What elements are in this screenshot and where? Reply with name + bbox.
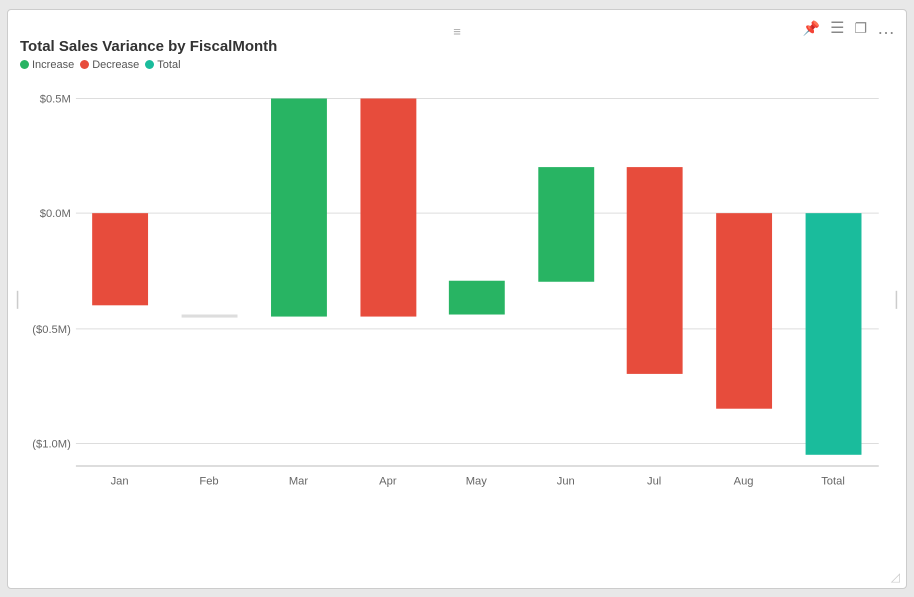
xlabel-mar: Mar: [289, 475, 309, 487]
filter-icon[interactable]: ☰: [830, 18, 844, 38]
xlabel-feb: Feb: [199, 475, 218, 487]
bar-may: [449, 280, 505, 314]
ylabel-n05M: ($0.5M): [32, 323, 71, 335]
ylabel-0M: $0.0M: [40, 208, 71, 220]
bar-aug: [716, 213, 772, 409]
bar-total: [806, 213, 862, 455]
waterfall-chart: $0.5M $0.0M ($0.5M) ($1.0M): [20, 77, 894, 507]
chart-title: Total Sales Variance by FiscalMonth: [20, 38, 894, 55]
more-icon[interactable]: …: [877, 18, 896, 39]
legend-label-total: Total: [157, 59, 180, 71]
bar-jul: [627, 167, 683, 374]
xlabel-may: May: [466, 475, 488, 487]
xlabel-jan: Jan: [111, 475, 129, 487]
ylabel-n1M: ($1.0M): [32, 438, 71, 450]
bar-feb: [182, 314, 238, 317]
bar-mar: [271, 98, 327, 316]
chart-card: ≡ 📌 ☰ ❐ … ❘ ❘ ◿ Total Sales Variance by …: [7, 9, 907, 589]
bar-jan: [92, 213, 148, 305]
legend-item-increase: Increase: [20, 59, 74, 71]
xlabel-apr: Apr: [379, 475, 397, 487]
resize-br-handle[interactable]: ◿: [891, 570, 900, 584]
chart-area: $0.5M $0.0M ($0.5M) ($1.0M): [20, 77, 894, 507]
legend-label-decrease: Decrease: [92, 59, 139, 71]
bar-jun: [538, 167, 594, 282]
legend-dot-increase: [20, 60, 29, 69]
legend-dot-total: [145, 60, 154, 69]
xlabel-jun: Jun: [557, 475, 575, 487]
legend-item-decrease: Decrease: [80, 59, 139, 71]
chart-legend: Increase Decrease Total: [20, 59, 894, 71]
bar-apr: [360, 98, 416, 316]
xlabel-jul: Jul: [647, 475, 661, 487]
legend-label-increase: Increase: [32, 59, 74, 71]
ylabel-05M: $0.5M: [40, 93, 71, 105]
xlabel-aug: Aug: [734, 475, 754, 487]
pin-icon[interactable]: 📌: [803, 20, 820, 37]
xlabel-total: Total: [821, 475, 845, 487]
drag-handle[interactable]: ≡: [453, 24, 461, 39]
expand-icon[interactable]: ❐: [854, 20, 867, 37]
legend-item-total: Total: [145, 59, 180, 71]
legend-dot-decrease: [80, 60, 89, 69]
card-toolbar: 📌 ☰ ❐ …: [803, 18, 896, 39]
